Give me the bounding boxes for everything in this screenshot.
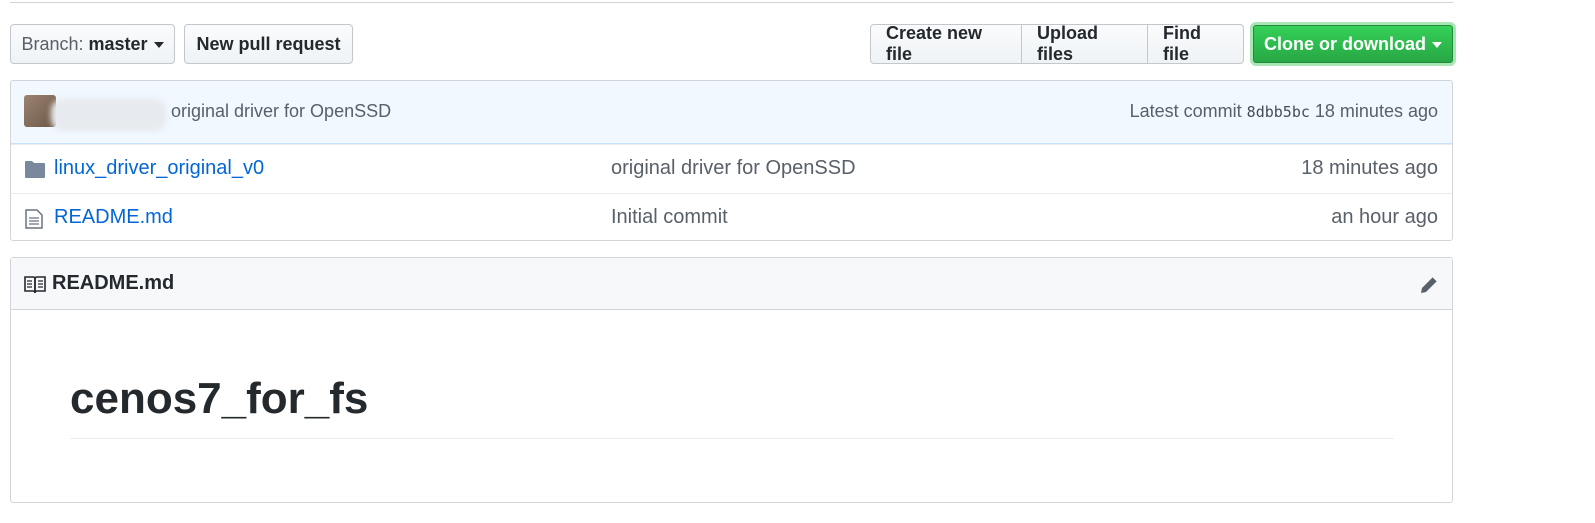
branch-select-button[interactable]: Branch: master xyxy=(10,24,175,64)
pencil-icon[interactable] xyxy=(1418,274,1440,301)
file-commit-message[interactable]: original driver for OpenSSD xyxy=(611,157,856,180)
upload-files-button[interactable]: Upload files xyxy=(1021,23,1148,64)
file-commit-message[interactable]: Initial commit xyxy=(611,206,728,229)
file-name-link[interactable]: README.md xyxy=(54,206,173,229)
readme-header: README.md xyxy=(11,258,1452,310)
latest-commit-info: Latest commit 8dbb5bc 18 minutes ago xyxy=(1130,101,1438,122)
commit-sha[interactable]: 8dbb5bc xyxy=(1247,103,1310,121)
find-file-button[interactable]: Find file xyxy=(1147,23,1244,64)
file-age: 18 minutes ago xyxy=(1301,157,1438,179)
readme-heading: cenos7_for_fs xyxy=(70,374,1394,439)
folder-icon xyxy=(25,160,45,184)
top-divider xyxy=(10,0,1453,3)
clone-or-download-button[interactable]: Clone or download xyxy=(1253,25,1453,63)
commit-message[interactable]: original driver for OpenSSD xyxy=(171,101,391,122)
latest-commit-bar: original driver for OpenSSD Latest commi… xyxy=(11,81,1452,144)
file-listing: original driver for OpenSSD Latest commi… xyxy=(10,80,1453,241)
commit-age: 18 minutes ago xyxy=(1314,101,1438,121)
latest-commit-label: Latest commit xyxy=(1129,101,1242,121)
table-row: README.md Initial commit an hour ago xyxy=(11,193,1452,240)
branch-prefix-label: Branch: xyxy=(21,33,84,54)
readme-filename: README.md xyxy=(52,272,175,294)
branch-name-label: master xyxy=(88,33,148,54)
clone-or-download-label: Clone or download xyxy=(1264,33,1426,54)
redacted-author xyxy=(51,99,166,131)
new-pull-request-button[interactable]: New pull request xyxy=(184,24,353,64)
file-text-icon xyxy=(25,209,43,235)
clone-button-focus-ring: Clone or download xyxy=(1250,22,1456,66)
readme-panel: README.md cenos7_for_fs xyxy=(10,257,1453,503)
table-row: linux_driver_original_v0 original driver… xyxy=(11,144,1452,193)
file-name-link[interactable]: linux_driver_original_v0 xyxy=(54,157,264,180)
file-actions-group: Create new file Upload files Find file xyxy=(870,23,1244,64)
caret-down-icon xyxy=(1432,42,1442,48)
caret-down-icon xyxy=(153,42,164,48)
file-age: an hour ago xyxy=(1331,206,1438,228)
book-icon xyxy=(24,276,46,299)
create-new-file-button[interactable]: Create new file xyxy=(870,23,1022,64)
